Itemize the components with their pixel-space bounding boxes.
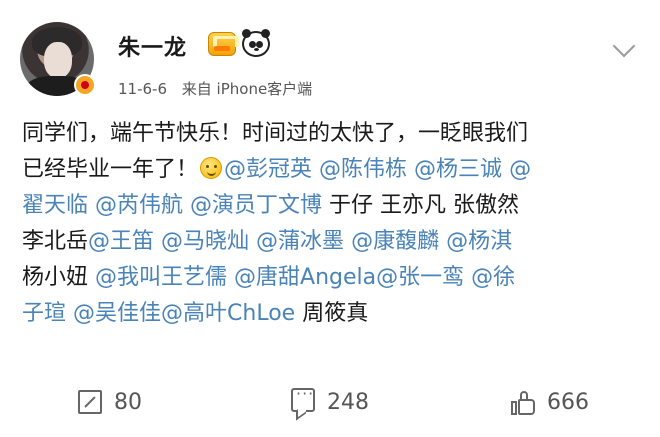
post-text: 杨小妞 — [22, 265, 95, 290]
post-text-line: 已经毕业一年了！ @彭冠英 @陈伟栋 @杨三诚 @ — [22, 152, 642, 188]
thumbs-up-icon — [511, 390, 535, 415]
verified-badge-icon — [74, 74, 96, 96]
username[interactable]: 朱一龙 — [118, 30, 187, 62]
post-text — [227, 265, 234, 290]
post-text — [344, 229, 351, 254]
mention-link[interactable]: @ — [509, 157, 531, 182]
post-text — [66, 301, 73, 326]
post-text: 于仔 王亦凡 张傲然 — [322, 193, 520, 218]
mention-link[interactable]: @张一鸾 — [376, 265, 464, 290]
repost-icon — [78, 390, 102, 414]
action-bar: 80 248 666 — [0, 378, 660, 426]
mention-link[interactable]: @彭冠英 — [224, 157, 312, 182]
mention-link[interactable]: @高叶ChLoe — [161, 301, 295, 326]
post-text — [312, 157, 319, 182]
post-text-line: 同学们，端午节快乐！时间过的太快了，一眨眼我们 — [22, 116, 642, 152]
mention-link[interactable]: @王笛 — [88, 229, 154, 254]
panda-icon[interactable] — [242, 29, 270, 57]
mention-link[interactable]: @陈伟栋 — [319, 157, 407, 182]
post-text: 同学们，端午节快乐！时间过的太快了，一眨眼我们 — [22, 121, 529, 146]
mention-link[interactable]: @吴佳佳 — [73, 301, 161, 326]
mention-link[interactable]: @康馥麟 — [351, 229, 439, 254]
post-text — [502, 157, 509, 182]
repost-count: 80 — [114, 389, 142, 415]
post-text-line: 子瑄 @吴佳佳@高叶ChLoe 周筱真 — [22, 296, 642, 332]
avatar-face — [44, 42, 72, 78]
mention-link[interactable]: @芮伟航 — [95, 193, 183, 218]
mention-link[interactable]: @马晓灿 — [161, 229, 249, 254]
chevron-down-icon[interactable] — [612, 34, 636, 58]
post-text: 已经毕业一年了！ — [22, 157, 199, 182]
mention-link[interactable]: @演员丁文博 — [190, 193, 322, 218]
post-text: 周筱真 — [295, 301, 369, 326]
post-text — [154, 229, 161, 254]
comment-count: 248 — [327, 389, 369, 415]
mention-link[interactable]: @蒲冰墨 — [256, 229, 344, 254]
post-text-line: 翟天临 @芮伟航 @演员丁文博 于仔 王亦凡 张傲然 — [22, 188, 642, 224]
mention-link[interactable]: @我叫王艺儒 — [95, 265, 227, 290]
mention-link[interactable]: @杨淇 — [446, 229, 512, 254]
post-body: 同学们，端午节快乐！时间过的太快了，一眨眼我们 已经毕业一年了！ @彭冠英 @陈伟栋… — [22, 116, 642, 332]
mention-link[interactable]: @徐 — [471, 265, 515, 290]
post-source[interactable]: 来自 iPhone客户端 — [182, 80, 312, 98]
smile-emoji-icon — [200, 157, 223, 179]
comment-icon — [291, 384, 315, 412]
like-button[interactable]: 666 — [440, 390, 660, 415]
like-count: 666 — [547, 389, 589, 415]
comment-button[interactable]: 248 — [220, 384, 440, 415]
post-text — [407, 157, 414, 182]
post-text — [183, 193, 190, 218]
vip-crown-icon[interactable] — [208, 32, 239, 56]
post-text-line: 杨小妞 @我叫王艺儒 @唐甜Angela@张一鸾 @徐 — [22, 260, 642, 296]
post-text-line: 李北岳@王笛 @马晓灿 @蒲冰墨 @康馥麟 @杨淇 — [22, 224, 642, 260]
mention-link[interactable]: @杨三诚 — [414, 157, 502, 182]
repost-button[interactable]: 80 — [0, 390, 220, 415]
post-text — [249, 229, 256, 254]
mention-link[interactable]: 子瑄 — [22, 301, 66, 326]
post-meta: 11-6-6 来自 iPhone客户端 — [118, 78, 312, 99]
post-text: 李北岳 — [22, 229, 89, 254]
post-time: 11-6-6 — [118, 80, 167, 98]
post-text — [88, 193, 95, 218]
mention-link[interactable]: @唐甜Angela — [234, 265, 376, 290]
mention-link[interactable]: 翟天临 — [22, 193, 88, 218]
weibo-post-card: 朱一龙 11-6-6 来自 iPhone客户端 同学们，端午节快乐！时间过的太快… — [0, 0, 660, 437]
